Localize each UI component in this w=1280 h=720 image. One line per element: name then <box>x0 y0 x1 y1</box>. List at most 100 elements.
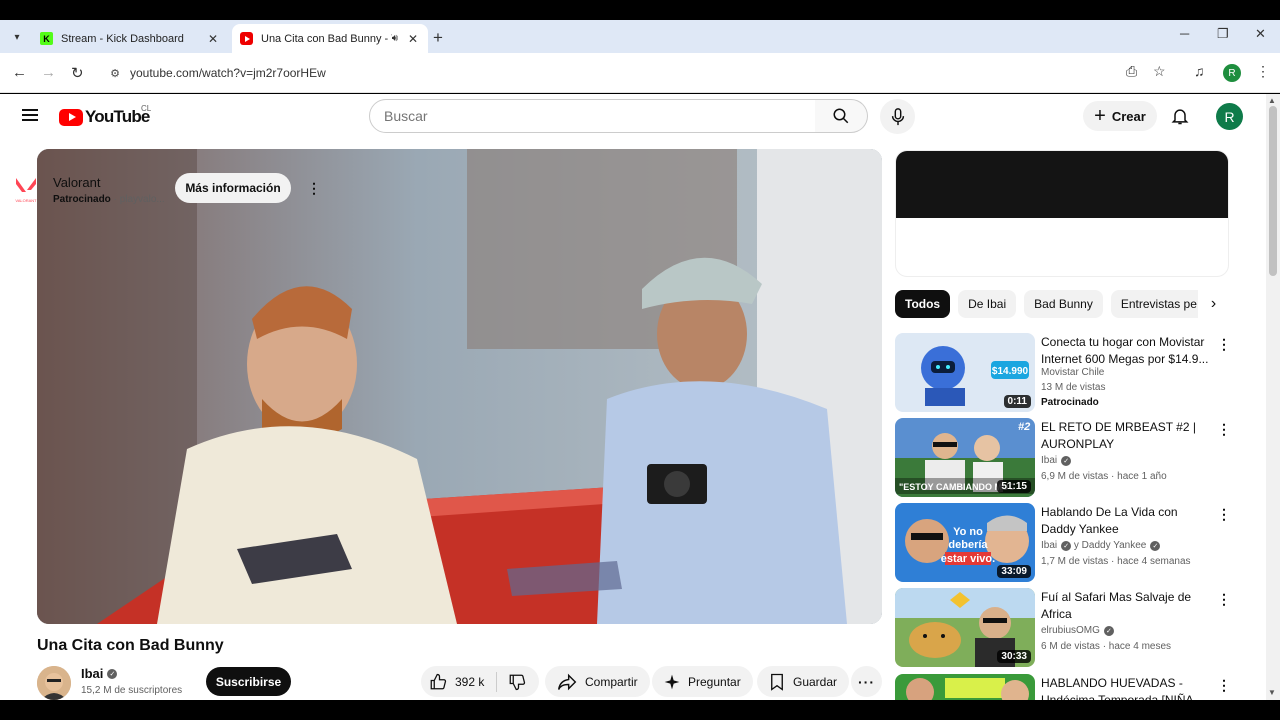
verified-check-icon: ✓ <box>1061 540 1072 551</box>
thumbs-down-icon <box>509 674 526 690</box>
window-close-icon[interactable]: ✕ <box>1255 26 1266 42</box>
minimize-icon[interactable]: ─ <box>1180 26 1189 41</box>
video-thumbnail[interactable]: $14.990 0:11 <box>895 333 1035 412</box>
chip-entrevistas[interactable]: Entrevistas pe <box>1110 290 1207 318</box>
voice-search-button[interactable] <box>880 99 915 134</box>
item-menu-dots-icon[interactable]: ⋮ <box>1217 336 1231 353</box>
subscribe-button[interactable]: Suscribirse <box>206 667 291 696</box>
chip-de-ibai[interactable]: De Ibai <box>958 290 1017 318</box>
tab-youtube-video[interactable]: Una Cita con Bad Bunny - Y 🔊︎ ✕ <box>232 24 428 53</box>
save-button[interactable]: Guardar <box>757 666 850 697</box>
search-button[interactable] <box>815 99 868 133</box>
channel-name-text[interactable]: Ibai <box>1041 540 1057 551</box>
install-app-icon[interactable]: ⎙ <box>1126 63 1137 80</box>
channel-name-text[interactable]: Ibai <box>1041 455 1057 466</box>
video-duration: 51:15 <box>997 480 1031 493</box>
valorant-logo-icon: VALORANT <box>15 178 37 203</box>
video-thumbnail[interactable] <box>895 674 1035 700</box>
account-avatar[interactable]: R <box>1216 103 1243 130</box>
video-meta: 13 M de vistas <box>1041 382 1106 393</box>
chevron-right-icon[interactable]: › <box>1198 290 1229 318</box>
like-count: 392 k <box>455 674 485 689</box>
recommendation-item[interactable]: $14.990 0:11 Conecta tu hogar con Movist… <box>895 333 1231 413</box>
item-menu-dots-icon[interactable]: ⋮ <box>1217 677 1231 694</box>
share-label: Compartir <box>585 674 638 689</box>
create-label: Crear <box>1111 108 1146 124</box>
notifications-bell-icon[interactable] <box>1170 106 1190 131</box>
video-player[interactable] <box>37 149 882 624</box>
kick-icon: K <box>40 32 53 45</box>
youtube-logo[interactable]: YouTube <box>59 107 150 127</box>
create-button[interactable]: + Crear <box>1083 101 1157 131</box>
tab-title: Stream - Kick Dashboard <box>61 32 184 45</box>
video-title[interactable]: HABLANDO HUEVADAS - Undécima Temporada [… <box>1041 675 1213 700</box>
verified-check-icon: ✓ <box>1061 455 1072 466</box>
video-thumbnail[interactable]: "ESTOY CAMBIANDO MUC #2 51:15 <box>895 418 1035 497</box>
item-menu-dots-icon[interactable]: ⋮ <box>1217 591 1231 608</box>
scrollbar-thumb[interactable] <box>1269 106 1277 276</box>
bookmark-star-icon[interactable]: ☆ <box>1153 63 1166 80</box>
channel-name[interactable]: Movistar Chile <box>1041 367 1104 378</box>
ask-button[interactable]: Preguntar <box>652 666 753 697</box>
scroll-up-arrow-icon[interactable]: ▲ <box>1268 96 1276 105</box>
more-actions-icon[interactable]: ··· <box>851 666 882 697</box>
tab-close-icon[interactable]: ✕ <box>406 32 420 46</box>
thumbnail-image <box>895 674 1035 700</box>
forward-arrow-icon[interactable]: → <box>41 64 56 81</box>
url-text[interactable]: youtube.com/watch?v=jm2r7oorHEw <box>130 66 326 80</box>
item-menu-dots-icon[interactable]: ⋮ <box>1217 421 1231 438</box>
video-title[interactable]: Conecta tu hogar con Movistar Internet 6… <box>1041 334 1213 368</box>
dislike-button[interactable] <box>497 673 537 691</box>
chip-todos[interactable]: Todos <box>895 290 951 318</box>
channel-name[interactable]: Ibai ✓ <box>81 666 118 681</box>
channel-name[interactable]: Ibai ✓ <box>1041 455 1072 466</box>
recommendation-item[interactable]: 30:33 Fuí al Safari Mas Salvaje de Afric… <box>895 588 1231 668</box>
new-tab-plus-icon[interactable]: + <box>433 28 443 48</box>
back-arrow-icon[interactable]: ← <box>12 64 27 81</box>
tab-search-chevron-icon[interactable]: ▾ <box>8 28 26 46</box>
country-code: CL <box>141 104 152 113</box>
share-button[interactable]: Compartir <box>545 666 650 697</box>
video-thumbnail[interactable]: 30:33 <box>895 588 1035 667</box>
tab-close-icon[interactable]: ✕ <box>206 32 220 46</box>
browser-menu-icon[interactable]: ⋮ <box>1256 63 1270 80</box>
scroll-down-arrow-icon[interactable]: ▼ <box>1268 688 1276 697</box>
channel-name[interactable]: Ibai ✓ y Daddy Yankee ✓ <box>1041 540 1161 551</box>
channel-name-text[interactable]: elrubiusOMG <box>1041 625 1100 636</box>
video-title[interactable]: Hablando De La Vida con Daddy Yankee <box>1041 504 1213 538</box>
tab-kick-dashboard[interactable]: K Stream - Kick Dashboard ✕ <box>32 24 228 53</box>
restore-icon[interactable]: ❐ <box>1217 26 1229 42</box>
video-title[interactable]: EL RETO DE MRBEAST #2 | AURONPLAY <box>1041 419 1213 453</box>
ad-more-info-button[interactable]: Más información <box>175 173 291 203</box>
menu-hamburger-icon[interactable] <box>22 109 38 121</box>
search-input[interactable]: Buscar <box>369 99 816 133</box>
svg-text:#2: #2 <box>1018 421 1030 433</box>
media-controls-icon[interactable]: ♫ <box>1194 63 1205 79</box>
video-title[interactable]: Fuí al Safari Mas Salvaje de Africa <box>1041 589 1213 623</box>
channel-name[interactable]: elrubiusOMG ✓ <box>1041 625 1114 636</box>
svg-text:estar vivo.: estar vivo. <box>941 553 995 565</box>
browser-profile-avatar[interactable]: R <box>1223 64 1241 82</box>
youtube-play-icon <box>59 108 83 126</box>
filter-chips: Todos De Ibai Bad Bunny Entrevistas pe <box>895 290 1229 320</box>
audio-playing-icon[interactable]: 🔊︎ <box>392 33 398 44</box>
page-scrollbar[interactable]: ▲ ▼ <box>1266 94 1280 700</box>
ad-menu-dots-icon[interactable]: ⋮ <box>307 180 321 197</box>
channel-avatar[interactable] <box>37 666 71 700</box>
chip-bad-bunny[interactable]: Bad Bunny <box>1024 290 1103 318</box>
like-button[interactable]: 392 k <box>421 671 497 692</box>
ad-card[interactable] <box>895 150 1229 277</box>
site-info-icon[interactable]: ⚙︎ <box>100 67 130 80</box>
video-thumbnail[interactable]: Yo no debería estar vivo. 33:09 <box>895 503 1035 582</box>
recommendation-item[interactable]: HABLANDO HUEVADAS - Undécima Temporada [… <box>895 674 1231 700</box>
ad-banner-image[interactable] <box>896 151 1228 218</box>
channel-name-text[interactable]: Ibai <box>81 666 103 681</box>
recommendation-item[interactable]: Yo no debería estar vivo. 33:09 Hablando D… <box>895 503 1231 583</box>
item-menu-dots-icon[interactable]: ⋮ <box>1217 506 1231 523</box>
reload-icon[interactable]: ↻ <box>71 64 84 82</box>
channel-name-text-2[interactable]: y Daddy Yankee <box>1074 540 1146 551</box>
ad-domain: playvalo... <box>119 194 165 205</box>
recommendation-item[interactable]: "ESTOY CAMBIANDO MUC #2 51:15 EL RETO DE … <box>895 418 1231 498</box>
video-meta: 1,7 M de vistas · hace 4 semanas <box>1041 556 1191 567</box>
address-bar[interactable]: ⚙︎ youtube.com/watch?v=jm2r7oorHEw <box>100 59 1180 87</box>
